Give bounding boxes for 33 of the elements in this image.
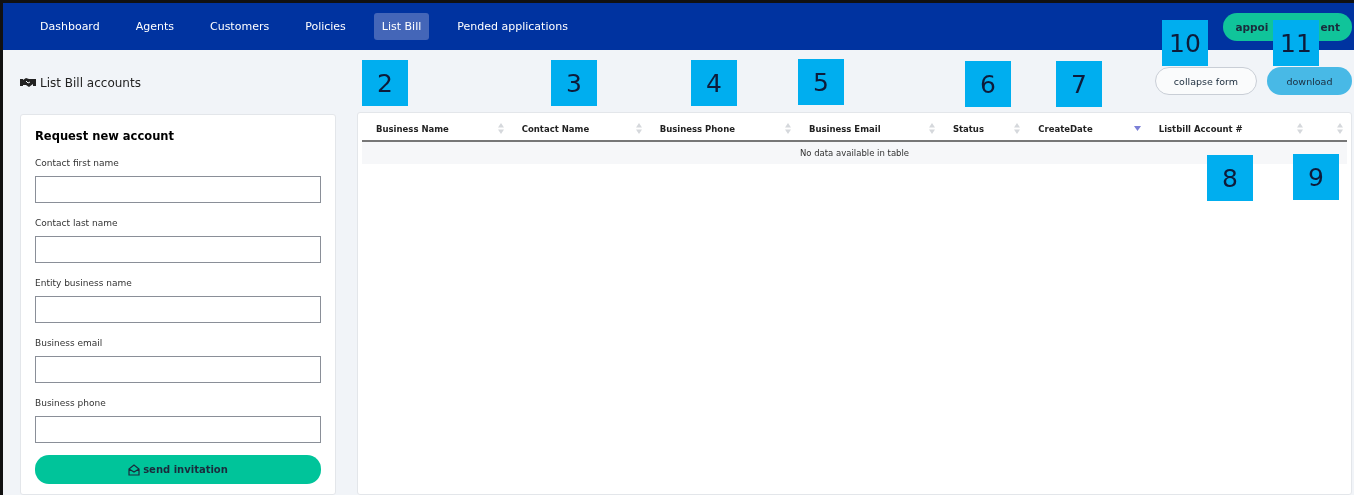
collapse-form-button[interactable]: collapse form xyxy=(1154,67,1257,95)
field-label: Business phone xyxy=(35,398,107,408)
input-field[interactable] xyxy=(35,356,321,383)
field-label: Entity business name xyxy=(35,278,133,288)
number-callout: 7 xyxy=(1056,61,1102,107)
number-callout: 2 xyxy=(362,60,408,106)
handshake-icon xyxy=(20,78,36,88)
input-field[interactable] xyxy=(35,416,321,443)
send-invitation-button[interactable]: send invitation xyxy=(35,455,321,484)
envelope-icon xyxy=(128,463,141,476)
download-button[interactable]: download xyxy=(1267,67,1352,95)
input-field[interactable] xyxy=(35,296,321,323)
number-callout: 5 xyxy=(798,59,844,105)
nav-tab[interactable]: Pended applications xyxy=(449,13,576,40)
nav-tab[interactable]: List Bill xyxy=(373,13,430,40)
number-callout: 11 xyxy=(1273,20,1319,66)
form-title: Request new account xyxy=(35,129,175,143)
field-label: Business email xyxy=(35,338,104,348)
number-callout: 3 xyxy=(551,60,597,106)
input-field[interactable] xyxy=(35,236,321,263)
nav-tab[interactable]: Policies xyxy=(297,13,354,40)
number-callout: 4 xyxy=(691,60,737,106)
number-callout: 8 xyxy=(1207,155,1253,201)
nav-tab[interactable]: Agents xyxy=(127,13,182,40)
input-field[interactable] xyxy=(35,176,321,203)
page-title: List Bill accounts xyxy=(40,76,141,90)
field-label: Contact last name xyxy=(35,218,119,228)
field-label: Contact first name xyxy=(35,158,120,168)
nav-tab[interactable]: Customers xyxy=(202,13,278,40)
number-callout: 6 xyxy=(965,61,1011,107)
number-callout: 9 xyxy=(1293,154,1339,200)
number-callout: 10 xyxy=(1162,20,1208,66)
nav-tab[interactable]: Dashboard xyxy=(32,13,108,40)
